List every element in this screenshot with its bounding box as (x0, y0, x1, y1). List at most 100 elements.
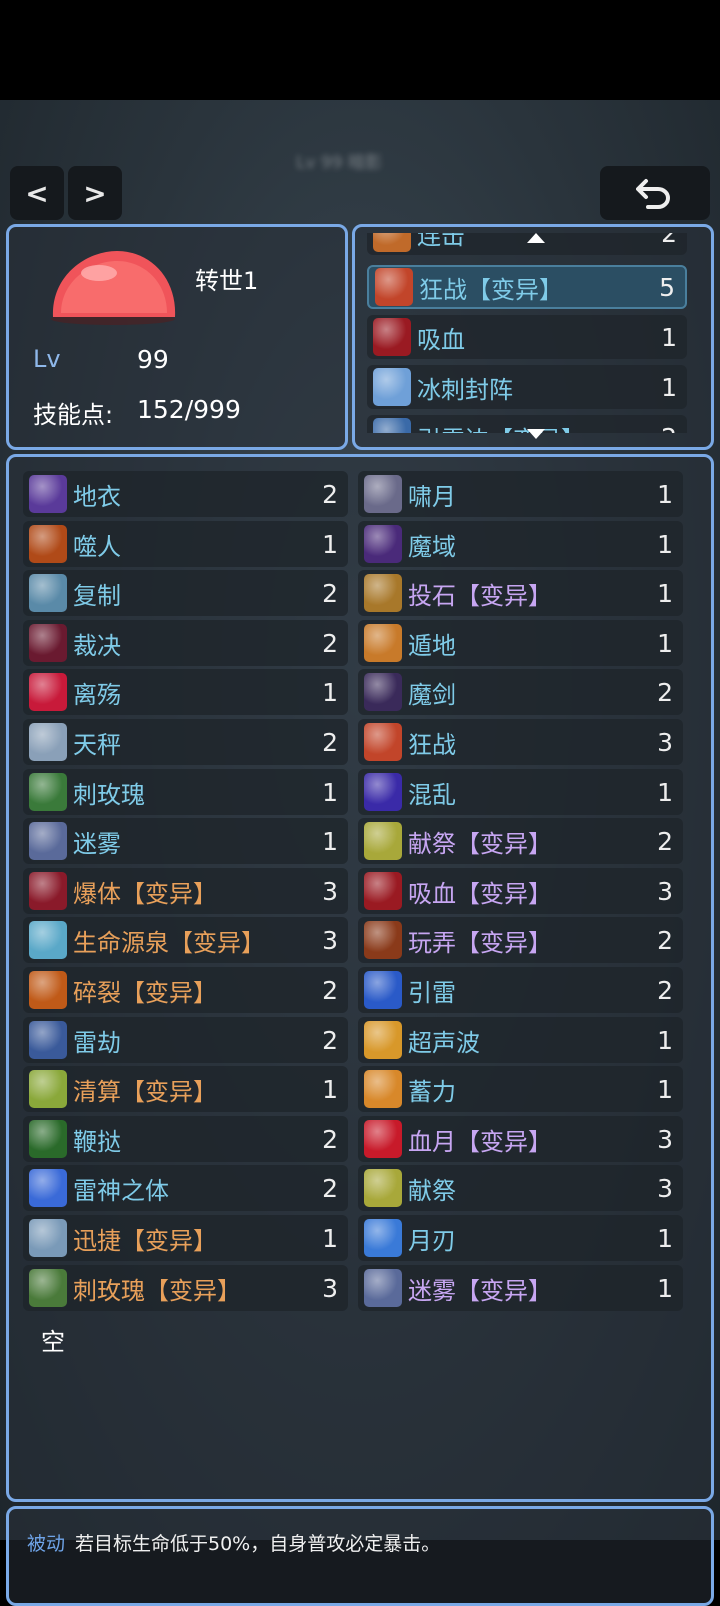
skill-cell[interactable]: 裁决 2 (23, 620, 348, 666)
learned-skill-row[interactable]: 狂战【变异】 5 (367, 265, 687, 309)
description-panel: 被动 若目标生命低于50%，自身普攻必定暴击。 (6, 1506, 714, 1606)
skill-name: 狂战 (408, 730, 456, 759)
skill-icon (29, 525, 67, 563)
skill-points-label: 技能点: (33, 401, 114, 429)
skill-level: 1 (657, 777, 673, 807)
skill-level: 1 (657, 1273, 673, 1303)
skill-cell[interactable]: 混乱 1 (358, 769, 683, 815)
skill-name: 迷雾 (73, 829, 121, 858)
skill-cell[interactable]: 魔剑 2 (358, 669, 683, 715)
skill-cell[interactable]: 献祭 3 (358, 1165, 683, 1211)
skill-name: 碎裂【变异】 (73, 978, 217, 1007)
skill-points-value: 152/999 (137, 395, 241, 424)
skill-cell[interactable]: 吸血【变异】 3 (358, 868, 683, 914)
skill-name: 复制 (73, 581, 121, 610)
learned-skill-row[interactable]: 冰刺封阵 1 (367, 365, 687, 409)
skill-cell[interactable]: 鞭挞 2 (23, 1116, 348, 1162)
skill-level: 1 (322, 1074, 338, 1104)
skill-level: 2 (657, 975, 673, 1005)
skill-name: 蓄力 (408, 1077, 456, 1106)
skill-level: 1 (657, 1074, 673, 1104)
skill-cell[interactable]: 月刃 1 (358, 1215, 683, 1261)
skill-level: 2 (322, 1124, 338, 1154)
skill-pool-panel: 地衣 2 噬人 1 复制 2 裁决 2 离殇 1 天秤 2 刺玫瑰 1 迷雾 1 爆体【变异】 3 生命源泉【变异】… (6, 454, 714, 1502)
skill-cell[interactable]: 超声波 1 (358, 1017, 683, 1063)
skill-level: 3 (657, 1173, 673, 1203)
skill-name: 混乱 (408, 780, 456, 809)
empty-slot[interactable]: 空 (41, 1322, 65, 1357)
skill-cell[interactable]: 血月【变异】 3 (358, 1116, 683, 1162)
skill-cell[interactable]: 离殇 1 (23, 669, 348, 715)
description-text: 若目标生命低于50%，自身普攻必定暴击。 (75, 1533, 441, 1555)
skill-cell[interactable]: 复制 2 (23, 570, 348, 616)
skill-level: 1 (657, 529, 673, 559)
learned-skill-row[interactable]: 吸血 1 (367, 315, 687, 359)
skill-cell[interactable]: 噬人 1 (23, 521, 348, 567)
skill-icon (29, 1219, 67, 1257)
prev-button[interactable]: < (10, 166, 64, 220)
skill-name: 月刃 (408, 1226, 456, 1255)
skill-cell[interactable]: 迅捷【变异】 1 (23, 1215, 348, 1261)
skill-name: 鞭挞 (73, 1127, 121, 1156)
skill-icon (29, 773, 67, 811)
learned-skill-level: 2 (661, 233, 677, 248)
skill-icon (373, 368, 411, 406)
skill-level: 3 (322, 925, 338, 955)
skill-level: 1 (322, 826, 338, 856)
skill-level: 3 (322, 876, 338, 906)
skill-icon (364, 773, 402, 811)
skill-cell[interactable]: 地衣 2 (23, 471, 348, 517)
skill-icon (364, 624, 402, 662)
game-screen: Lv 99 暗影 < > 转世1 Lv 99 技能点: 152/999 连击 2 狂… (0, 100, 720, 1606)
skill-icon (29, 624, 67, 662)
skill-level: 2 (322, 1173, 338, 1203)
skill-level: 1 (657, 479, 673, 509)
character-panel: 转世1 Lv 99 技能点: 152/999 (6, 224, 348, 450)
skill-cell[interactable]: 啸月 1 (358, 471, 683, 517)
skill-cell[interactable]: 刺玫瑰 1 (23, 769, 348, 815)
skill-cell[interactable]: 雷劫 2 (23, 1017, 348, 1063)
skill-name: 血月【变异】 (408, 1127, 552, 1156)
skill-cell[interactable]: 献祭【变异】 2 (358, 818, 683, 864)
skill-cell[interactable]: 迷雾 1 (23, 818, 348, 864)
skill-cell[interactable]: 蓄力 1 (358, 1066, 683, 1112)
passive-tag: 被动 (27, 1533, 66, 1555)
skill-cell[interactable]: 迷雾【变异】 1 (358, 1265, 683, 1311)
skill-cell[interactable]: 刺玫瑰【变异】 3 (23, 1265, 348, 1311)
skill-icon (29, 574, 67, 612)
skill-cell[interactable]: 引雷 2 (358, 967, 683, 1013)
skill-cell[interactable]: 玩弄【变异】 2 (358, 917, 683, 963)
back-button[interactable] (600, 166, 710, 220)
skill-icon (29, 1169, 67, 1207)
skill-cell[interactable]: 狂战 3 (358, 719, 683, 765)
scroll-down-icon[interactable] (527, 429, 545, 439)
skill-icon (29, 1269, 67, 1307)
skill-cell[interactable]: 生命源泉【变异】 3 (23, 917, 348, 963)
skill-cell[interactable]: 清算【变异】 1 (23, 1066, 348, 1112)
skill-cell[interactable]: 碎裂【变异】 2 (23, 967, 348, 1013)
skill-cell[interactable]: 天秤 2 (23, 719, 348, 765)
skill-level: 2 (657, 826, 673, 856)
next-button[interactable]: > (68, 166, 122, 220)
learned-skills-panel[interactable]: 连击2狂战【变异】5吸血1冰刺封阵1引雷边【变异】2 (352, 224, 714, 450)
skill-level: 3 (322, 1273, 338, 1303)
skill-icon (375, 268, 413, 306)
skill-name: 爆体【变异】 (73, 879, 217, 908)
scroll-up-icon[interactable] (527, 233, 545, 243)
skill-cell[interactable]: 魔域 1 (358, 521, 683, 567)
skill-name: 献祭 (408, 1176, 456, 1205)
skill-icon (29, 1021, 67, 1059)
skill-icon (29, 673, 67, 711)
skill-cell[interactable]: 投石【变异】 1 (358, 570, 683, 616)
skill-level: 3 (657, 876, 673, 906)
character-name: 转世1 (195, 267, 259, 295)
skill-icon (29, 1120, 67, 1158)
skill-level: 2 (322, 578, 338, 608)
skill-cell[interactable]: 雷神之体 2 (23, 1165, 348, 1211)
learned-skills-list[interactable]: 连击2狂战【变异】5吸血1冰刺封阵1引雷边【变异】2 (367, 233, 697, 433)
skill-icon (364, 822, 402, 860)
skill-cell[interactable]: 遁地 1 (358, 620, 683, 666)
skill-level: 2 (657, 677, 673, 707)
skill-icon (364, 1021, 402, 1059)
skill-cell[interactable]: 爆体【变异】 3 (23, 868, 348, 914)
